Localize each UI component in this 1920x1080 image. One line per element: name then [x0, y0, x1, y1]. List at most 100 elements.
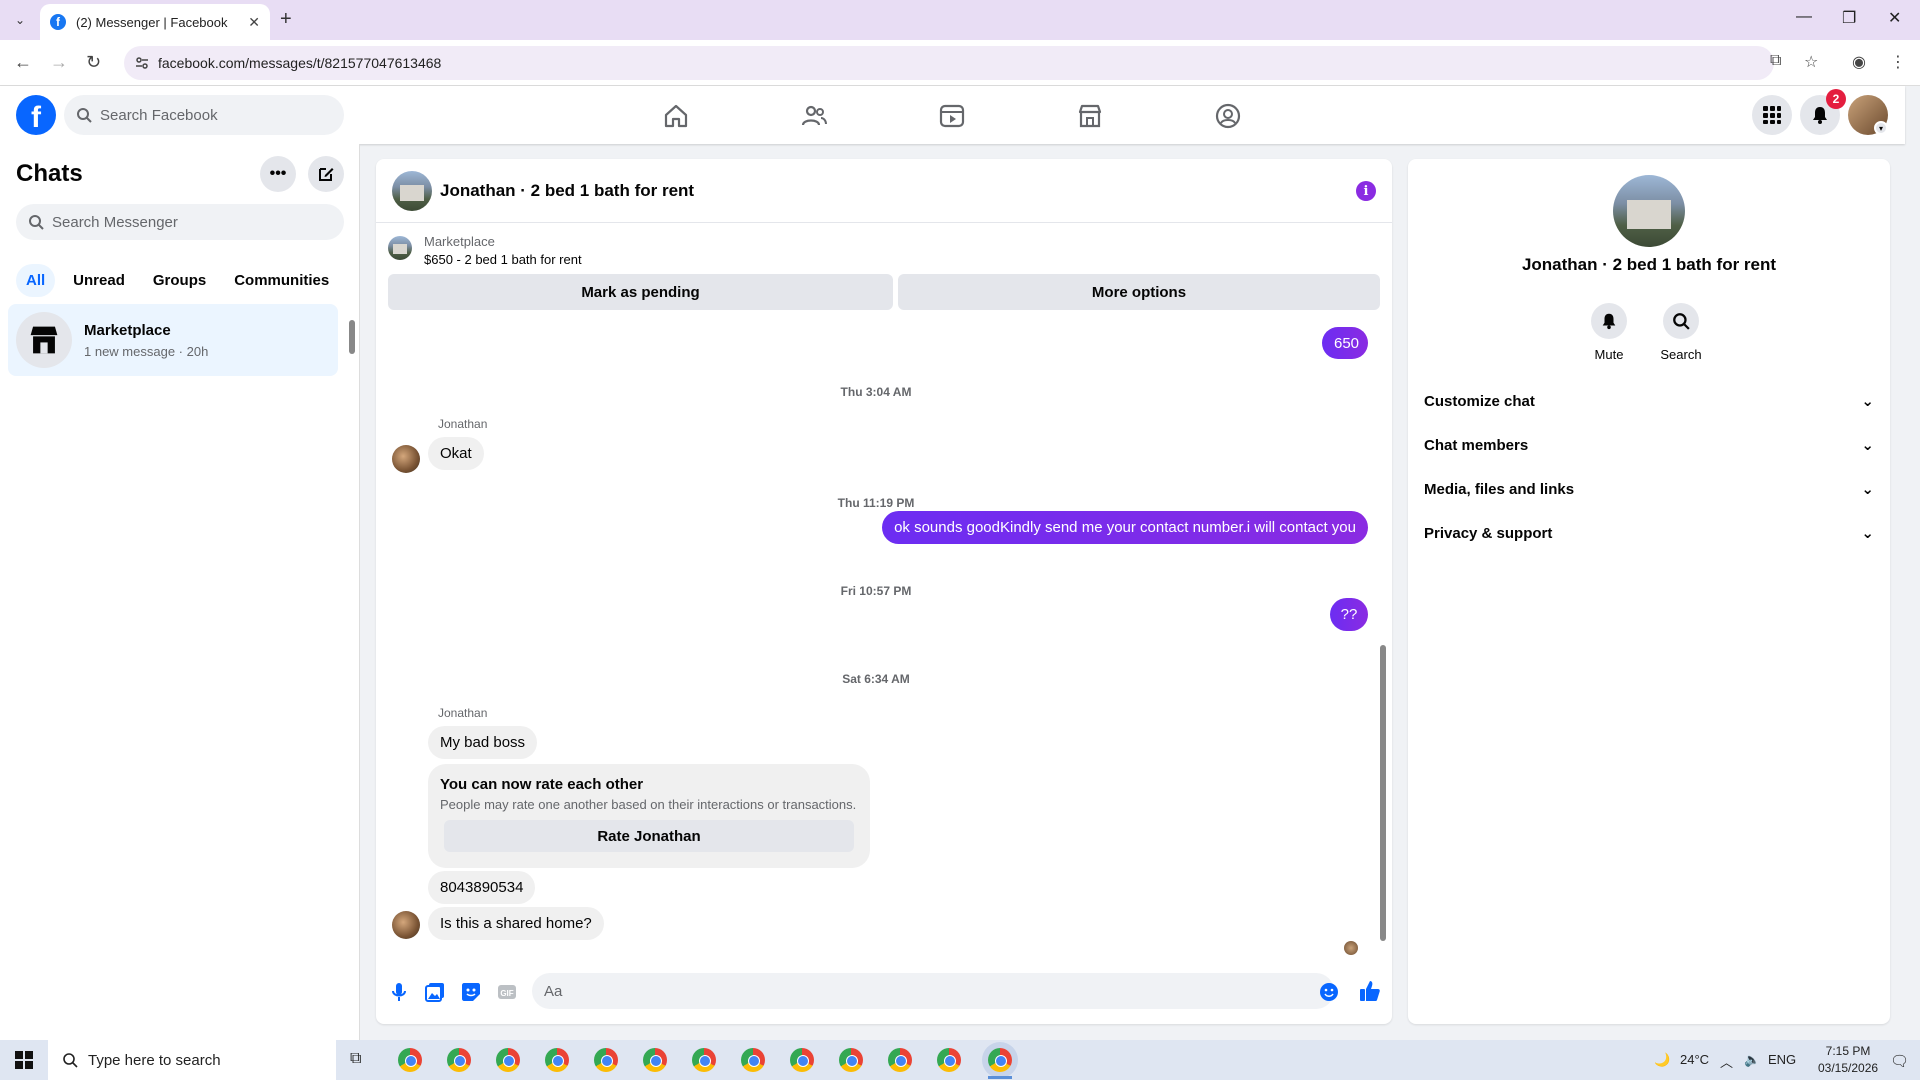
home-icon[interactable] [662, 102, 690, 130]
chrome-icon[interactable] [741, 1048, 765, 1072]
more-options-button[interactable]: More options [898, 274, 1380, 310]
listing-thumbnail[interactable] [388, 236, 412, 260]
messenger-search-placeholder: Search Messenger [52, 213, 178, 231]
thread-scrollbar[interactable] [1378, 327, 1388, 955]
address-bar: ← → ↻ facebook.com/messages/t/8215770476… [0, 40, 1920, 86]
notifications-icon[interactable]: 🗨 [1890, 1052, 1909, 1070]
chrome-icon[interactable] [888, 1048, 912, 1072]
chat-list-item[interactable]: Marketplace 1 new message · 20h [8, 304, 338, 376]
minimize-icon[interactable]: — [1796, 8, 1812, 26]
jonathan-avatar[interactable] [392, 911, 420, 939]
mark-as-pending-button[interactable]: Mark as pending [388, 274, 893, 310]
media-files-links-section[interactable]: Media, files and links ⌄ [1424, 471, 1874, 507]
incoming-message[interactable]: Okat [428, 437, 484, 470]
details-avatar[interactable] [1613, 175, 1685, 247]
conversation-avatar[interactable] [392, 171, 432, 211]
chrome-icon[interactable] [790, 1048, 814, 1072]
sticker-icon[interactable] [460, 981, 482, 1003]
bookmark-star-icon[interactable]: ☆ [1804, 52, 1818, 72]
more-options-icon[interactable]: ••• [260, 156, 296, 192]
volume-icon[interactable]: 🔈 [1744, 1052, 1760, 1068]
gif-icon[interactable]: GIF [496, 981, 518, 1003]
chrome-icon[interactable] [545, 1048, 569, 1072]
show-hidden-icons-icon[interactable]: ︿ [1720, 1052, 1733, 1071]
taskbar-search-input[interactable]: Type here to search [48, 1040, 336, 1080]
privacy-support-section[interactable]: Privacy & support ⌄ [1424, 515, 1874, 551]
tab-search-icon[interactable]: ⌄ [10, 10, 30, 30]
windows-start-icon[interactable] [0, 1040, 48, 1080]
forward-icon[interactable]: → [50, 52, 68, 73]
timestamp: Thu 3:04 AM [840, 385, 912, 399]
chrome-icon[interactable] [496, 1048, 520, 1072]
reload-icon[interactable]: ↻ [86, 52, 101, 73]
rate-jonathan-button[interactable]: Rate Jonathan [444, 820, 854, 852]
browser-tab[interactable]: f (2) Messenger | Facebook ✕ [40, 4, 270, 40]
outgoing-message[interactable]: ?? [1330, 598, 1368, 631]
filter-groups[interactable]: Groups [143, 264, 216, 297]
outgoing-message[interactable]: ok sounds goodKindly send me your contac… [882, 511, 1368, 544]
taskbar-clock[interactable]: 7:15 PM 03/15/2026 [1818, 1043, 1878, 1077]
back-icon[interactable]: ← [14, 52, 32, 73]
timestamp: Thu 11:19 PM [837, 496, 915, 510]
active-app-indicator [988, 1076, 1012, 1079]
thread-scrollbar-thumb[interactable] [1380, 645, 1386, 941]
incoming-message[interactable]: Is this a shared home? [428, 907, 604, 940]
filter-unread[interactable]: Unread [63, 264, 135, 297]
site-info-icon[interactable] [134, 55, 150, 71]
conversation-title[interactable]: Jonathan · 2 bed 1 bath for rent [440, 181, 694, 201]
message-input[interactable]: Aa [532, 973, 1334, 1009]
new-message-icon[interactable] [308, 156, 344, 192]
facebook-logo-icon[interactable]: f [16, 95, 56, 135]
listing-title[interactable]: $650 - 2 bed 1 bath for rent [424, 252, 582, 267]
chat-members-section[interactable]: Chat members ⌄ [1424, 427, 1874, 463]
chrome-icon[interactable] [692, 1048, 716, 1072]
url-field[interactable]: facebook.com/messages/t/821577047613468 [124, 46, 1774, 80]
task-view-icon[interactable]: ⧉ [350, 1050, 361, 1068]
restore-icon[interactable]: ❐ [1842, 8, 1856, 28]
chrome-icon-active[interactable] [988, 1048, 1012, 1072]
facebook-search-input[interactable]: Search Facebook [64, 95, 344, 135]
chat-filters: All Unread Groups Communities [16, 264, 339, 297]
image-icon[interactable] [424, 981, 446, 1003]
thumbs-up-icon[interactable] [1358, 979, 1382, 1003]
customize-chat-section[interactable]: Customize chat ⌄ [1424, 383, 1874, 419]
install-app-icon[interactable]: ⧉ [1770, 52, 1781, 70]
new-tab-icon[interactable]: + [280, 8, 292, 31]
messenger-search-input[interactable]: Search Messenger [16, 204, 344, 240]
info-icon[interactable]: i [1356, 181, 1376, 201]
close-window-icon[interactable]: ✕ [1888, 8, 1901, 28]
sidebar-scrollbar[interactable] [348, 310, 356, 366]
chrome-icon[interactable] [398, 1048, 422, 1072]
sidebar-scrollbar-thumb[interactable] [349, 320, 355, 354]
taskbar-search-placeholder: Type here to search [88, 1051, 221, 1069]
profile-icon[interactable]: ◉ [1852, 52, 1866, 72]
incoming-message[interactable]: My bad boss [428, 726, 538, 759]
microphone-icon[interactable] [388, 981, 410, 1003]
filter-communities[interactable]: Communities [224, 264, 339, 297]
chrome-icon[interactable] [594, 1048, 618, 1072]
weather-temp[interactable]: 24°C [1680, 1052, 1709, 1067]
chrome-icon[interactable] [937, 1048, 961, 1072]
clock-time: 7:15 PM [1825, 1044, 1871, 1058]
outgoing-message[interactable]: 650 [1322, 327, 1368, 359]
filter-all[interactable]: All [16, 264, 56, 297]
gaming-icon[interactable] [1214, 102, 1242, 130]
menu-kebab-icon[interactable]: ⋮ [1890, 52, 1906, 72]
emoji-icon[interactable] [1318, 981, 1340, 1003]
menu-grid-icon[interactable] [1752, 95, 1792, 135]
incoming-message[interactable]: 8043890534 [428, 871, 536, 904]
close-tab-icon[interactable]: ✕ [248, 14, 260, 31]
keyboard-language[interactable]: ENG [1768, 1052, 1796, 1067]
chrome-icon[interactable] [447, 1048, 471, 1072]
chrome-icon[interactable] [839, 1048, 863, 1072]
friends-icon[interactable] [800, 102, 828, 130]
jonathan-avatar[interactable] [392, 445, 420, 473]
video-icon[interactable] [938, 102, 966, 130]
windows-taskbar: Type here to search ⧉ 🌙 24°C ︿ 🔈 ENG 7:1… [0, 1040, 1920, 1080]
mute-button[interactable]: Mute [1579, 303, 1639, 362]
account-chevron-down-icon[interactable]: ▾ [1874, 121, 1888, 135]
marketplace-icon[interactable] [1076, 102, 1104, 130]
moon-weather-icon[interactable]: 🌙 [1654, 1052, 1670, 1068]
chrome-icon[interactable] [643, 1048, 667, 1072]
search-in-chat-button[interactable]: Search [1651, 303, 1711, 362]
